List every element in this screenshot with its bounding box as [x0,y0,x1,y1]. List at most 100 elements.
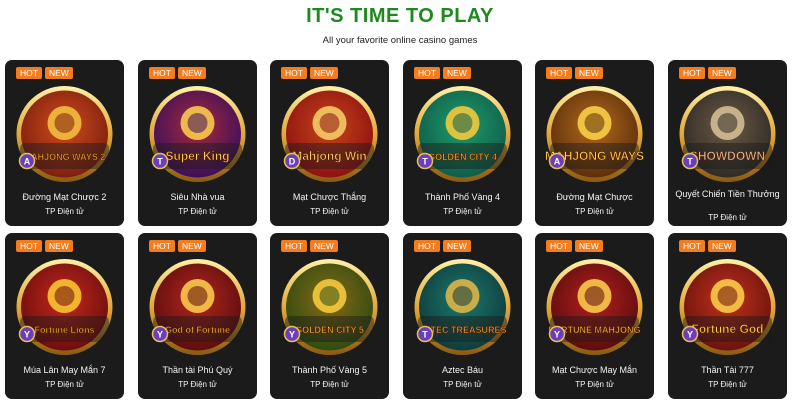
game-card[interactable]: HOT NEW Fortune God Y Thần Tài 777 TP Điện tử [668,233,787,399]
new-badge: NEW [574,240,603,252]
badge-group: HOT NEW [679,67,736,79]
badge-group: HOT NEW [281,240,338,252]
badge-group: HOT NEW [414,67,471,79]
svg-text:Fortune God: Fortune God [692,322,764,336]
svg-text:A: A [554,157,561,167]
svg-text:T: T [687,157,693,167]
svg-text:T: T [157,157,163,167]
svg-text:T: T [422,157,428,167]
hot-badge: HOT [414,67,440,79]
game-title: Aztec Báu [441,365,484,375]
svg-text:Y: Y [157,330,163,340]
game-provider: TP Điện tử [310,380,349,389]
new-badge: NEW [442,67,471,79]
game-card[interactable]: HOT NEW GOLDEN CITY 5 Y Thành Phố Vàng 5 TP Đ… [270,233,389,399]
svg-text:Fortune Lions: Fortune Lions [35,325,95,335]
game-card[interactable]: HOT NEW Mahjong Win D Mạt Chược Thắng TP Điện… [270,60,389,226]
hot-badge: HOT [149,67,175,79]
game-provider: TP Điện tử [310,207,349,216]
showdown-icon[interactable]: SHOWDOWN T [677,83,778,187]
svg-text:GOLDEN CITY 5: GOLDEN CITY 5 [295,325,364,335]
golden-city-5-icon[interactable]: GOLDEN CITY 5Y [279,256,380,360]
game-provider: TP Điện tử [178,380,217,389]
hot-badge: HOT [281,67,307,79]
game-card[interactable]: HOT NEW MAHJONG WAYS 2 A Đường Mạt Chược 2 TP… [5,60,124,226]
new-badge: NEW [707,240,736,252]
new-badge: NEW [707,67,736,79]
new-badge: NEW [177,240,206,252]
fortune-god-icon[interactable]: Fortune God Y [677,256,778,360]
game-title: Đường Mạt Chược [556,192,633,202]
svg-text:A: A [24,157,31,167]
fortune-lions-icon[interactable]: Fortune Lions Y [14,256,115,360]
game-title: Đường Mạt Chược 2 [22,192,107,202]
game-card[interactable]: HOT NEW MAHJONG WAYS A Đường Mạt Chược TP Điệ… [535,60,654,226]
badge-group: HOT NEW [149,240,206,252]
badge-group: HOT NEW [546,240,603,252]
badge-group: HOT NEW [16,67,73,79]
new-badge: NEW [44,240,73,252]
svg-text:T: T [422,330,428,340]
game-title: Thành Phố Vàng 4 [424,192,501,202]
game-provider: TP Điện tử [443,207,482,216]
mahjong-win-icon[interactable]: Mahjong Win D [279,83,380,187]
hot-badge: HOT [16,67,42,79]
svg-text:Y: Y [554,330,560,340]
hot-badge: HOT [546,67,572,79]
svg-text:Super King: Super King [165,149,229,163]
mahjong-ways-icon[interactable]: MAHJONG WAYS A [544,83,645,187]
game-grid: HOT NEW MAHJONG WAYS 2 A Đường Mạt Chược 2 TP… [0,0,800,400]
god-of-fortune-icon[interactable]: God of Fortune Y [147,256,248,360]
new-badge: NEW [442,240,471,252]
game-title: Thần Tài 777 [701,365,754,375]
hot-badge: HOT [281,240,307,252]
badge-group: HOT NEW [414,240,471,252]
svg-text:SHOWDOWN: SHOWDOWN [690,149,765,163]
svg-text:Mahjong Win: Mahjong Win [292,149,367,163]
game-provider: TP Điện tử [178,207,217,216]
hot-badge: HOT [414,240,440,252]
svg-text:Y: Y [289,330,295,340]
badge-group: HOT NEW [149,67,206,79]
game-title: Múa Lân May Mắn 7 [23,365,106,375]
game-card[interactable]: HOT NEW FORTUNE MAHJONG Y Mạt Chược May Mắn T… [535,233,654,399]
game-card[interactable]: HOT NEW GOLDEN CITY 4 T Thành Phố Vàng 4 TP Đ… [403,60,522,226]
game-provider: TP Điện tử [708,380,747,389]
badge-group: HOT NEW [16,240,73,252]
fortune-mahjong-icon[interactable]: FORTUNE MAHJONG Y [544,256,645,360]
new-badge: NEW [309,67,338,79]
hot-badge: HOT [149,240,175,252]
game-card[interactable]: HOT NEW SHOWDOWN T Quyết Chiến Tiền Thưởng TP… [668,60,787,226]
mahjong-ways-2-icon[interactable]: MAHJONG WAYS 2A [14,83,115,187]
game-provider: TP Điện tử [708,213,747,222]
new-badge: NEW [177,67,206,79]
game-card[interactable]: HOT NEW Super King T Siêu Nhà vua TP Điện tử [138,60,257,226]
game-title: Quyết Chiến Tiền Thưởng [675,189,780,199]
game-card[interactable]: HOT NEW Fortune Lions Y Múa Lân May Mắn 7 TP … [5,233,124,399]
game-card[interactable]: HOT NEW God of Fortune Y Thần tài Phú Quý TP … [138,233,257,399]
game-title: Thần tài Phú Quý [162,365,233,375]
new-badge: NEW [574,67,603,79]
game-provider: TP Điện tử [45,380,84,389]
hot-badge: HOT [16,240,42,252]
game-title: Siêu Nhà vua [170,192,225,202]
svg-text:God of Fortune: God of Fortune [165,325,230,335]
new-badge: NEW [309,240,338,252]
game-title: Mạt Chược May Mắn [552,365,637,375]
golden-city-4-icon[interactable]: GOLDEN CITY 4T [412,83,513,187]
aztec-treasures-icon[interactable]: AZTEC TREASURES T [412,256,513,360]
game-title: Mạt Chược Thắng [292,192,367,202]
game-provider: TP Điện tử [45,207,84,216]
badge-group: HOT NEW [679,240,736,252]
svg-text:D: D [289,157,296,167]
game-provider: TP Điện tử [443,380,482,389]
badge-group: HOT NEW [546,67,603,79]
svg-text:GOLDEN CITY 4: GOLDEN CITY 4 [428,152,497,162]
game-card[interactable]: HOT NEW AZTEC TREASURES T Aztec Báu TP Điện t… [403,233,522,399]
game-provider: TP Điện tử [575,207,614,216]
svg-text:MAHJONG WAYS 2: MAHJONG WAYS 2 [24,152,106,162]
hot-badge: HOT [679,67,705,79]
hot-badge: HOT [546,240,572,252]
new-badge: NEW [44,67,73,79]
super-king-icon[interactable]: Super King T [147,83,248,187]
